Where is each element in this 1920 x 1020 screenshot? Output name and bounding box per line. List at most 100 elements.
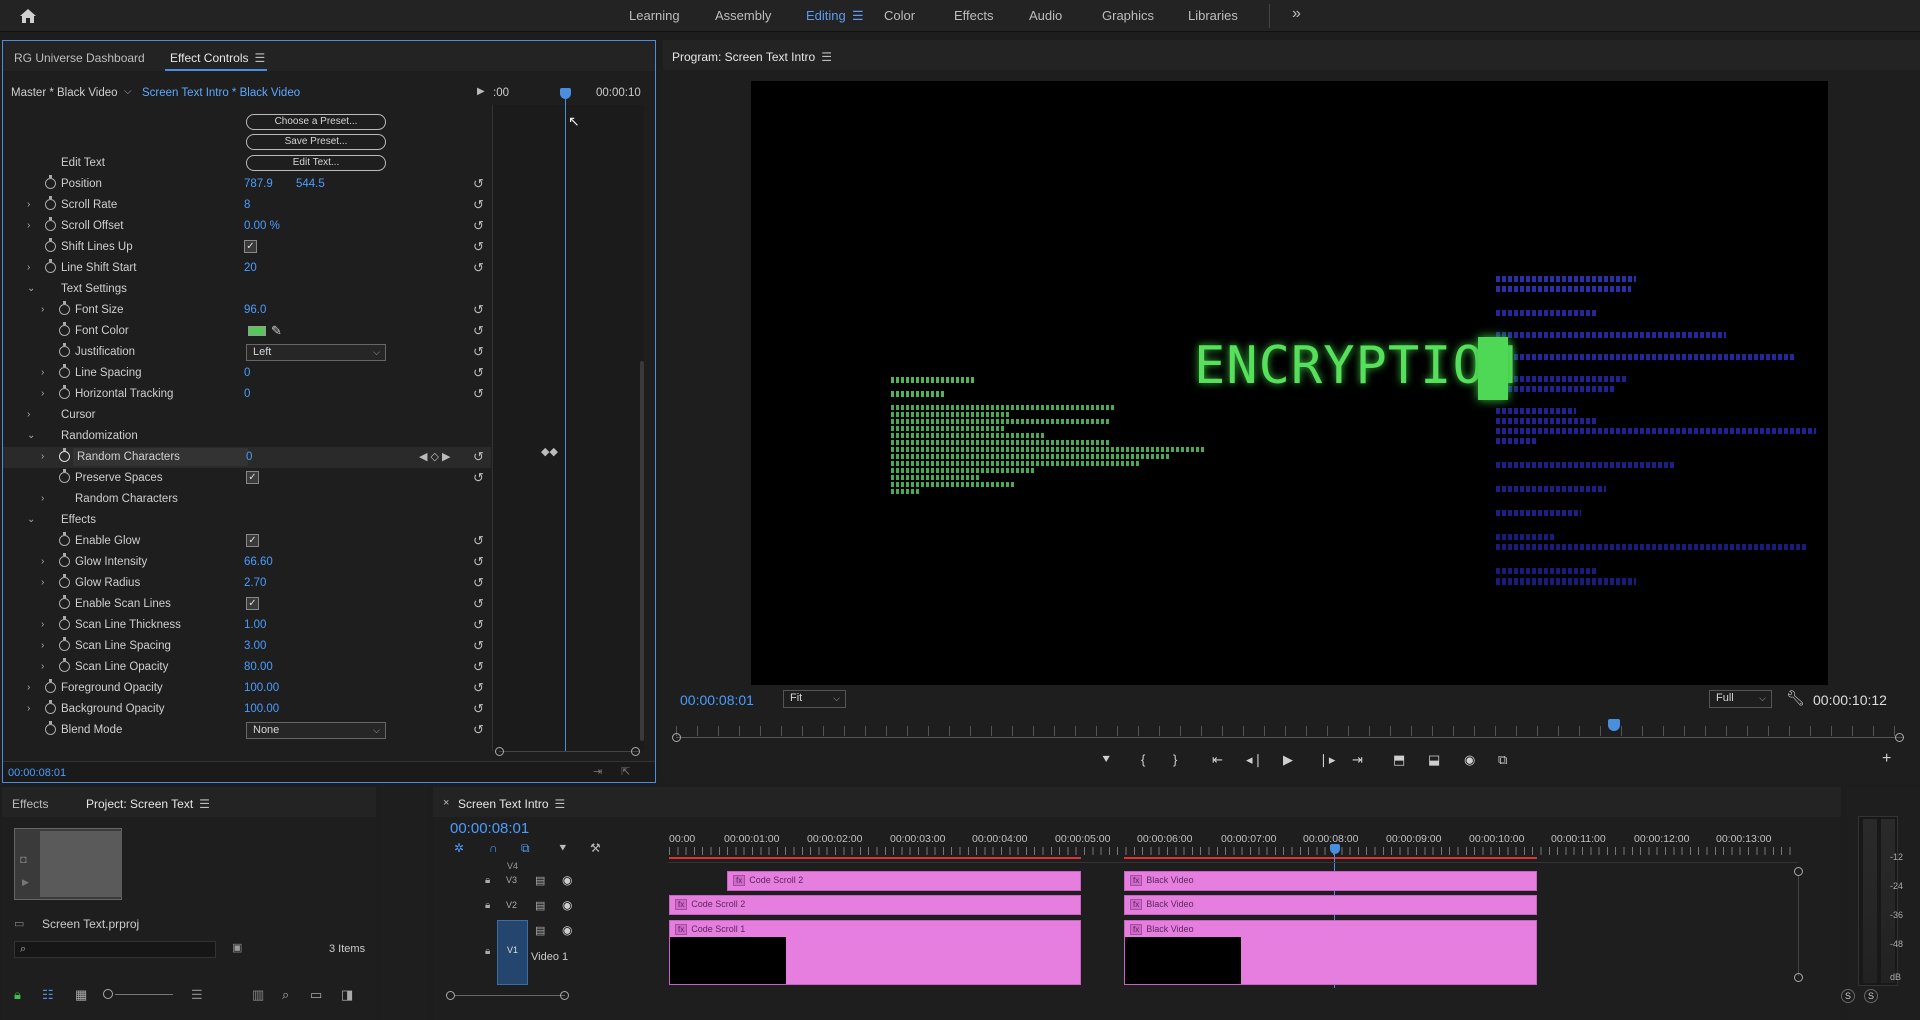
new-bin-icon[interactable]: ▭ — [310, 987, 322, 1003]
reset-icon[interactable]: ↺ — [473, 323, 484, 339]
find-icon[interactable]: ⌕ — [282, 987, 289, 1003]
horizontal-scrollbar[interactable] — [455, 995, 565, 996]
program-video-frame[interactable]: ENCRYPTION — [751, 81, 1828, 685]
project-search-input[interactable]: ⌕ — [14, 941, 216, 958]
stopwatch-icon[interactable] — [59, 553, 70, 567]
param-value[interactable]: 0.00 % — [244, 220, 280, 232]
program-timecode[interactable]: 00:00:08:01 — [680, 692, 754, 708]
project-file-name[interactable]: Screen Text.prproj — [42, 917, 139, 931]
reset-icon[interactable]: ↺ — [473, 638, 484, 654]
expand-chevron-icon[interactable]: › — [41, 661, 51, 672]
eye-icon[interactable]: ◉ — [562, 898, 572, 912]
param-value[interactable]: 20 — [244, 262, 257, 274]
home-icon[interactable] — [18, 6, 38, 26]
checkbox[interactable]: ✓ — [246, 597, 259, 610]
stopwatch-icon[interactable] — [59, 448, 70, 462]
export-icon[interactable]: ⇱ — [621, 765, 630, 778]
stopwatch-icon[interactable] — [59, 595, 70, 609]
choose-preset-button[interactable]: Choose a Preset... — [246, 114, 386, 130]
stopwatch-icon[interactable] — [59, 616, 70, 630]
param-value[interactable]: 80.00 — [244, 661, 273, 673]
reset-icon[interactable]: ↺ — [473, 239, 484, 255]
edit-text-button[interactable]: Edit Text... — [246, 155, 386, 171]
panel-menu-icon[interactable]: ☰ — [821, 50, 832, 64]
lock-icon[interactable]: 🔒︎ — [485, 900, 490, 911]
stopwatch-icon[interactable] — [59, 574, 70, 588]
group-cursor[interactable]: › Cursor — [3, 405, 491, 426]
expand-chevron-icon[interactable]: › — [41, 493, 51, 504]
mark-out-icon[interactable]: } — [1173, 752, 1177, 767]
stopwatch-icon[interactable] — [59, 343, 70, 357]
sequence-clip-label[interactable]: Screen Text Intro * Black Video — [142, 87, 300, 99]
workspace-menu-icon[interactable]: ☰ — [852, 8, 864, 24]
hscroll-handle-left[interactable] — [446, 991, 455, 1000]
stopwatch-icon[interactable] — [45, 238, 56, 252]
program-scrubber-bar[interactable] — [676, 737, 1903, 738]
eyedropper-icon[interactable]: ✎ — [271, 323, 282, 339]
collapse-chevron-icon[interactable]: ⌄ — [27, 514, 37, 525]
vscroll-handle-bottom[interactable] — [1794, 973, 1803, 982]
zoom-fit-select[interactable]: Fit ⌵ — [783, 690, 846, 708]
reset-icon[interactable]: ↺ — [473, 554, 484, 570]
solo-right-button[interactable]: S — [1864, 989, 1878, 1003]
reset-icon[interactable]: ↺ — [473, 344, 484, 360]
extract-icon[interactable]: ⬓ — [1428, 752, 1440, 768]
collapse-chevron-icon[interactable]: ⌄ — [27, 283, 37, 294]
reset-icon[interactable]: ↺ — [473, 365, 484, 381]
reset-icon[interactable]: ↺ — [473, 176, 484, 192]
tab-sequence[interactable]: Screen Text Intro ☰ — [458, 797, 565, 811]
resolution-select[interactable]: Full ⌵ — [1709, 690, 1772, 708]
param-value[interactable]: 100.00 — [244, 682, 279, 694]
comparison-view-icon[interactable]: ⧉ — [1498, 752, 1507, 768]
go-to-in-icon[interactable]: ⇤ — [1212, 752, 1223, 768]
vscroll-handle-top[interactable] — [1794, 867, 1803, 876]
stopwatch-icon[interactable] — [59, 469, 70, 483]
reset-icon[interactable]: ↺ — [473, 575, 484, 591]
lift-icon[interactable]: ⬒ — [1393, 752, 1405, 768]
chevron-down-icon[interactable]: ⌵ — [124, 86, 132, 97]
stopwatch-icon[interactable] — [59, 637, 70, 651]
new-item-icon[interactable]: ◨ — [341, 987, 353, 1003]
expand-chevron-icon[interactable]: › — [41, 640, 51, 651]
tab-rg-universe-dashboard[interactable]: RG Universe Dashboard — [14, 51, 145, 65]
reset-icon[interactable]: ↺ — [473, 533, 484, 549]
group-text-settings[interactable]: ⌄ Text Settings — [3, 279, 491, 300]
sync-lock-icon[interactable]: ▤ — [535, 924, 545, 937]
master-clip-label[interactable]: Master * Black Video — [11, 87, 118, 99]
checkbox[interactable]: ✓ — [246, 471, 259, 484]
clip-black-video-v3[interactable]: fx Black Video — [1124, 871, 1537, 891]
add-marker-icon[interactable]: ⯆ — [1101, 752, 1111, 768]
reset-icon[interactable]: ↺ — [473, 260, 484, 276]
param-value[interactable]: 96.0 — [244, 304, 266, 316]
reset-icon[interactable]: ↺ — [473, 197, 484, 213]
workspace-assembly[interactable]: Assembly — [715, 8, 771, 23]
group-randomization[interactable]: ⌄ Randomization — [3, 426, 491, 447]
stopwatch-icon[interactable] — [45, 259, 56, 273]
reset-icon[interactable]: ↺ — [473, 218, 484, 234]
clip-code-scroll-2-v3[interactable]: fx Code Scroll 2 — [727, 871, 1081, 891]
keyframe-area[interactable] — [492, 105, 644, 751]
expand-chevron-icon[interactable]: › — [27, 199, 37, 210]
zoom-slider-handle[interactable] — [103, 989, 113, 999]
expand-chevron-icon[interactable]: › — [27, 409, 37, 420]
add-button-icon[interactable]: + — [1882, 750, 1891, 768]
hscroll-handle-right[interactable] — [560, 991, 569, 1000]
keyframe-navigator-icon[interactable]: ◀ ◇ ▶ — [419, 450, 451, 463]
expand-chevron-icon[interactable]: › — [41, 304, 51, 315]
zoom-slider[interactable] — [115, 994, 173, 995]
workspace-audio[interactable]: Audio — [1029, 8, 1062, 23]
export-frame-icon[interactable]: ◉ — [1464, 752, 1475, 768]
workspace-effects[interactable]: Effects — [954, 8, 994, 23]
lock-icon[interactable]: 🔒︎ — [485, 875, 490, 886]
tab-effect-controls[interactable]: Effect Controls ☰ — [170, 51, 265, 65]
stopwatch-icon[interactable] — [59, 322, 70, 336]
expand-chevron-icon[interactable]: › — [41, 451, 51, 462]
collapse-chevron-icon[interactable]: ⌄ — [27, 430, 37, 441]
reset-icon[interactable]: ↺ — [473, 617, 484, 633]
go-to-out-icon[interactable]: ⇥ — [1352, 752, 1363, 768]
expand-chevron-icon[interactable]: › — [27, 220, 37, 231]
zoom-bar[interactable] — [499, 751, 639, 752]
expand-chevron-icon[interactable]: › — [41, 388, 51, 399]
clip-black-video-v1[interactable]: fx Black Video — [1124, 920, 1537, 985]
expand-chevron-icon[interactable]: › — [41, 556, 51, 567]
